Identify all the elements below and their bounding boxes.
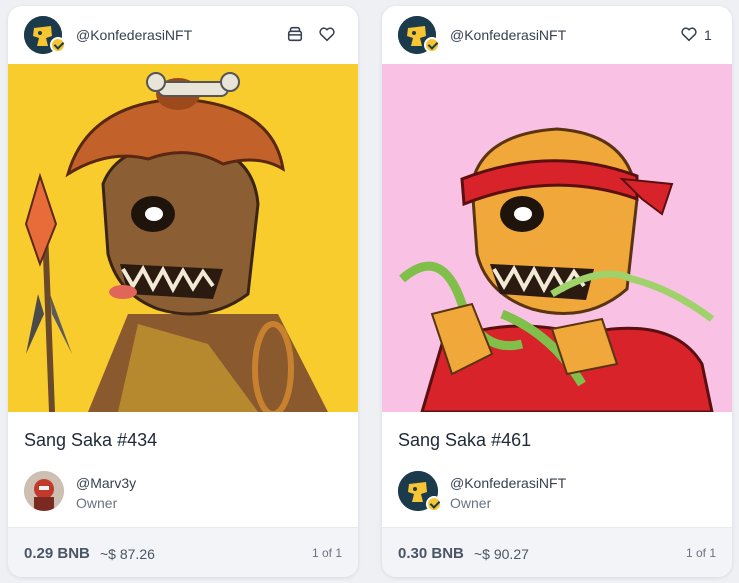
like-count: 1 xyxy=(704,27,712,43)
card-header: @KonfederasiNFT 1 xyxy=(382,6,732,64)
nft-card-2[interactable]: @KonfederasiNFT 1 Sang Saka #461 @Konfed… xyxy=(382,6,732,577)
nft-artwork[interactable] xyxy=(382,64,732,412)
owner-name[interactable]: @Marv3y xyxy=(76,475,136,491)
edition-count: 1 of 1 xyxy=(685,546,716,560)
price-bnb: 0.29 BNB xyxy=(24,545,90,562)
owner-label: Owner xyxy=(450,495,492,511)
nft-title[interactable]: Sang Saka #434 xyxy=(24,430,157,451)
nft-artwork[interactable] xyxy=(8,64,358,412)
heart-icon[interactable] xyxy=(678,23,700,45)
owner-label: Owner xyxy=(76,495,118,511)
price-bnb: 0.30 BNB xyxy=(398,545,464,562)
nft-card-1[interactable]: @KonfederasiNFT Sang Saka #434 @Marv3y O… xyxy=(8,6,358,577)
price-usd: ~$ 90.27 xyxy=(474,546,529,562)
heart-icon[interactable] xyxy=(316,23,338,45)
price-usd: ~$ 87.26 xyxy=(100,546,155,562)
verified-badge-icon xyxy=(50,37,66,53)
verified-badge-icon xyxy=(424,37,440,53)
owner-name[interactable]: @KonfederasiNFT xyxy=(450,475,566,491)
nft-title[interactable]: Sang Saka #461 xyxy=(398,430,531,451)
card-footer: 0.30 BNB ~$ 90.27 1 of 1 xyxy=(382,527,732,577)
card-footer: 0.29 BNB ~$ 87.26 1 of 1 xyxy=(8,527,358,577)
card-header: @KonfederasiNFT xyxy=(8,6,358,64)
edition-count: 1 of 1 xyxy=(311,546,342,560)
owner-avatar[interactable] xyxy=(24,471,64,511)
verified-badge-icon xyxy=(426,496,442,512)
creator-name[interactable]: @KonfederasiNFT xyxy=(76,27,192,43)
creator-name[interactable]: @KonfederasiNFT xyxy=(450,27,566,43)
stack-icon[interactable] xyxy=(284,23,306,45)
